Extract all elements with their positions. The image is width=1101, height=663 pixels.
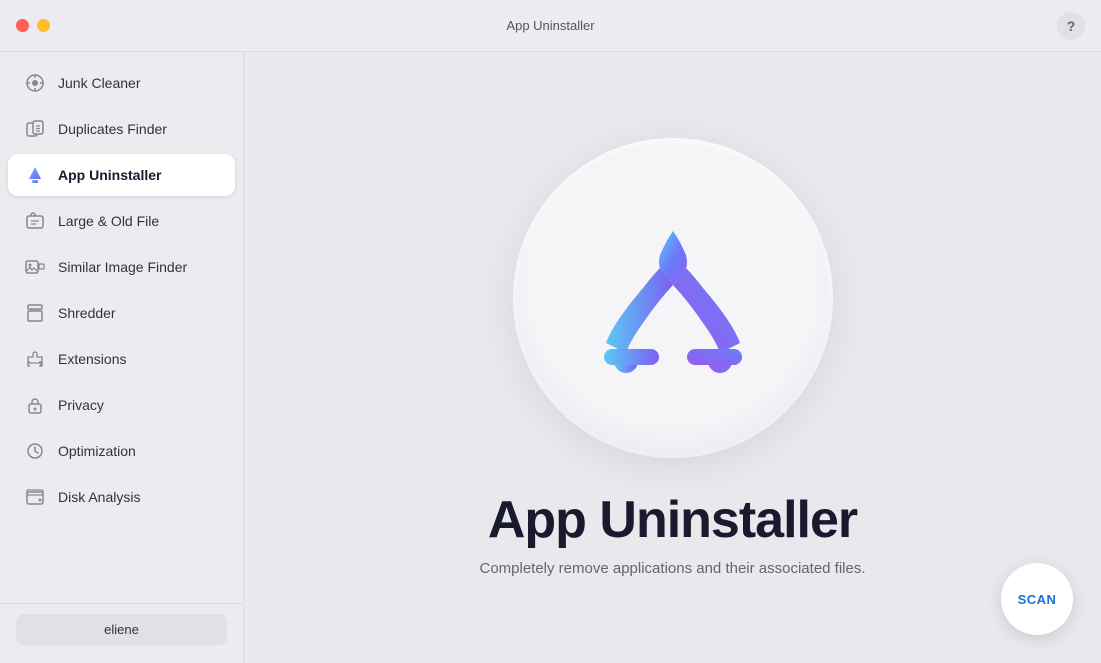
sidebar-footer: eliene [0,603,243,655]
sidebar: Junk Cleaner Duplicates Finder [0,52,244,663]
close-button[interactable] [16,19,29,32]
privacy-label: Privacy [58,397,104,413]
sidebar-item-large-old-file[interactable]: Large & Old File [8,200,235,242]
extensions-icon [24,348,46,370]
sidebar-item-similar-image-finder[interactable]: Similar Image Finder [8,246,235,288]
sidebar-item-privacy[interactable]: Privacy [8,384,235,426]
content-subtitle: Completely remove applications and their… [479,560,865,577]
sidebar-item-extensions[interactable]: Extensions [8,338,235,380]
similar-image-finder-icon [24,256,46,278]
titlebar: App Uninstaller ? [0,0,1101,52]
large-old-file-icon [24,210,46,232]
app-uninstaller-label: App Uninstaller [58,167,161,183]
disk-analysis-label: Disk Analysis [58,489,140,505]
sidebar-item-app-uninstaller[interactable]: App Uninstaller [8,154,235,196]
traffic-lights [16,19,50,32]
sidebar-item-junk-cleaner[interactable]: Junk Cleaner [8,62,235,104]
sidebar-item-disk-analysis[interactable]: Disk Analysis [8,476,235,518]
content-title: App Uninstaller [488,490,857,550]
help-button[interactable]: ? [1057,12,1085,40]
minimize-button[interactable] [37,19,50,32]
extensions-label: Extensions [58,351,126,367]
large-old-file-label: Large & Old File [58,213,159,229]
duplicates-finder-icon [24,118,46,140]
scan-button[interactable]: SCAN [1001,563,1073,635]
privacy-icon [24,394,46,416]
similar-image-finder-label: Similar Image Finder [58,259,187,275]
main-layout: Junk Cleaner Duplicates Finder [0,52,1101,663]
user-button[interactable]: eliene [16,614,227,645]
junk-cleaner-icon [24,72,46,94]
shredder-icon [24,302,46,324]
sidebar-item-duplicates-finder[interactable]: Duplicates Finder [8,108,235,150]
disk-analysis-icon [24,486,46,508]
sidebar-item-optimization[interactable]: Optimization [8,430,235,472]
shredder-label: Shredder [58,305,116,321]
app-uninstaller-icon [24,164,46,186]
app-icon-wrapper [513,138,833,458]
window-title: App Uninstaller [506,18,594,33]
sidebar-item-shredder[interactable]: Shredder [8,292,235,334]
duplicates-finder-label: Duplicates Finder [58,121,167,137]
app-uninstaller-main-icon [588,213,758,383]
content-area: App Uninstaller Completely remove applic… [244,52,1101,663]
optimization-icon [24,440,46,462]
junk-cleaner-label: Junk Cleaner [58,75,141,91]
optimization-label: Optimization [58,443,136,459]
